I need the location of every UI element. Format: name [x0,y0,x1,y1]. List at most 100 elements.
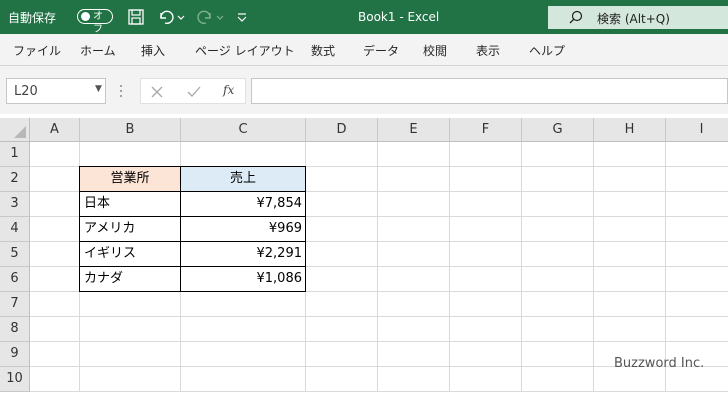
grid-cell[interactable] [80,367,181,392]
grid-cell[interactable] [450,167,522,192]
column-header-d[interactable]: D [306,118,378,142]
grid-cell[interactable] [30,342,80,367]
grid-cell[interactable] [594,192,666,217]
grid-cell[interactable] [594,217,666,242]
grid-cell[interactable] [30,317,80,342]
row-header-5[interactable]: 5 [0,242,30,267]
grid-cell[interactable] [594,267,666,292]
search-box[interactable]: 検索 (Alt+Q) [548,6,728,29]
row-header-10[interactable]: 10 [0,367,30,392]
grid-cell[interactable] [306,342,378,367]
grid-cell[interactable] [378,217,450,242]
grid-cell[interactable] [522,192,594,217]
grid-cell[interactable] [378,242,450,267]
column-header-g[interactable]: G [522,118,594,142]
table-cell-office[interactable]: 日本 [79,191,181,217]
column-header-e[interactable]: E [378,118,450,142]
insert-function-icon[interactable]: fx [223,83,234,97]
table-cell-sales[interactable]: ¥1,086 [180,266,306,292]
tab-review[interactable]: 校閲 [423,42,447,59]
undo-dropdown-icon[interactable] [176,7,186,27]
grid-cell[interactable] [666,267,728,292]
grid-cell[interactable] [80,292,181,317]
grid-cell[interactable] [450,242,522,267]
column-header-a[interactable]: A [30,118,80,142]
grid-cell[interactable] [666,292,728,317]
grid-cell[interactable] [30,167,80,192]
name-box[interactable]: L20 ▼ [6,78,106,104]
grid-cell[interactable] [522,342,594,367]
grid-cell[interactable] [450,317,522,342]
tab-insert[interactable]: 挿入 [141,42,165,59]
grid-cell[interactable] [450,142,522,167]
grid-cell[interactable] [522,142,594,167]
grid-cell[interactable] [450,292,522,317]
grid-cell[interactable] [30,267,80,292]
grid-cell[interactable] [378,142,450,167]
tab-data[interactable]: データ [363,42,399,59]
grid-cell[interactable] [306,217,378,242]
grid-cell[interactable] [666,317,728,342]
grid-cell[interactable] [378,317,450,342]
tab-formulas[interactable]: 数式 [311,42,335,59]
grid-cell[interactable] [306,192,378,217]
row-header-9[interactable]: 9 [0,342,30,367]
column-header-i[interactable]: I [666,118,728,142]
autosave-toggle[interactable]: オフ [77,9,113,35]
row-header-6[interactable]: 6 [0,267,30,292]
table-cell-sales[interactable]: ¥969 [180,216,306,242]
grid-cell[interactable] [306,317,378,342]
grid-cell[interactable] [378,167,450,192]
grid-cell[interactable] [181,317,306,342]
formula-input[interactable] [251,78,728,104]
more-dots-icon[interactable] [118,84,124,98]
grid-cell[interactable] [522,317,594,342]
grid-cell[interactable] [181,292,306,317]
row-header-2[interactable]: 2 [0,167,30,192]
save-icon[interactable] [126,7,146,27]
grid-cell[interactable] [306,142,378,167]
table-cell-office[interactable]: アメリカ [79,216,181,242]
table-cell-sales[interactable]: ¥2,291 [180,241,306,267]
grid-cell[interactable] [30,192,80,217]
grid-cell[interactable] [181,367,306,392]
grid-cell[interactable] [522,217,594,242]
customize-toolbar-icon[interactable] [236,7,248,27]
cancel-icon[interactable] [150,85,164,99]
grid-cell[interactable] [666,217,728,242]
row-header-7[interactable]: 7 [0,292,30,317]
tab-view[interactable]: 表示 [476,42,500,59]
grid-cell[interactable] [522,167,594,192]
grid-cell[interactable] [30,242,80,267]
grid-cell[interactable] [80,342,181,367]
row-header-3[interactable]: 3 [0,192,30,217]
column-header-c[interactable]: C [181,118,306,142]
grid-cell[interactable] [30,217,80,242]
grid-cell[interactable] [80,317,181,342]
table-header-office[interactable]: 営業所 [79,166,181,192]
column-header-b[interactable]: B [80,118,181,142]
tab-help[interactable]: ヘルプ [529,42,565,59]
grid-cell[interactable] [522,242,594,267]
table-cell-office[interactable]: イギリス [79,241,181,267]
grid-cell[interactable] [522,267,594,292]
table-cell-sales[interactable]: ¥7,854 [180,191,306,217]
grid-cell[interactable] [378,192,450,217]
grid-cell[interactable] [306,292,378,317]
grid-cell[interactable] [666,192,728,217]
row-header-1[interactable]: 1 [0,142,30,167]
grid-cell[interactable] [306,242,378,267]
grid-cell[interactable] [450,367,522,392]
redo-icon[interactable] [195,7,215,27]
column-header-f[interactable]: F [450,118,522,142]
enter-check-icon[interactable] [186,85,202,99]
grid-cell[interactable] [666,167,728,192]
grid-cell[interactable] [181,142,306,167]
grid-cell[interactable] [306,167,378,192]
grid-cell[interactable] [80,142,181,167]
grid-cell[interactable] [522,367,594,392]
tab-home[interactable]: ホーム [80,42,116,59]
grid-cell[interactable] [306,367,378,392]
grid-cell[interactable] [666,242,728,267]
grid-cell[interactable] [594,142,666,167]
